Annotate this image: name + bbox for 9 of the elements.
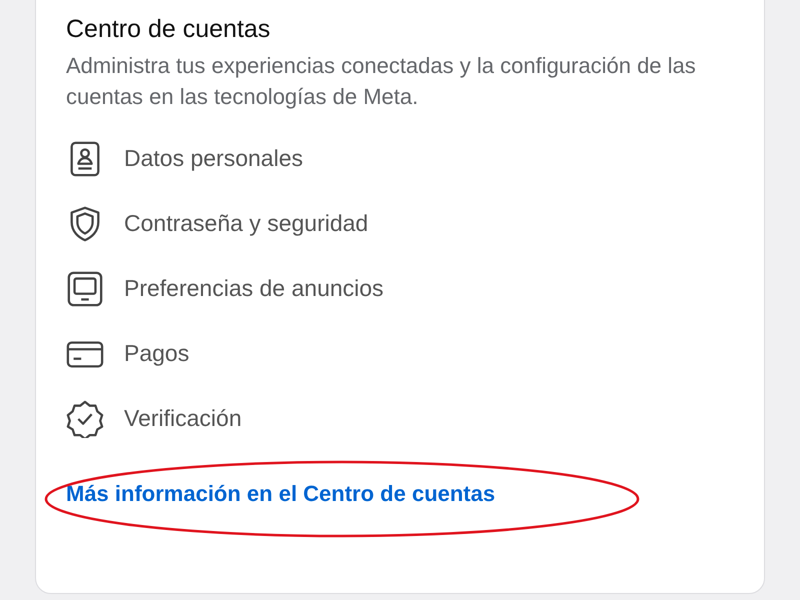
- section-title: Centro de cuentas: [66, 14, 272, 45]
- verified-badge-icon: [66, 400, 104, 438]
- menu-item[interactable]: Datos personales: [66, 126, 734, 191]
- monitor-icon: [66, 270, 104, 308]
- menu-item[interactable]: Pagos: [66, 321, 734, 386]
- menu-item[interactable]: Verificación: [66, 386, 734, 451]
- menu-item[interactable]: Preferencias de anuncios: [66, 256, 734, 321]
- section-description: Administra tus experiencias conectadas y la configuración de las cuentas en las tecnologías de Meta.: [66, 52, 697, 111]
- menu-item[interactable]: Contraseña y seguridad: [66, 191, 734, 256]
